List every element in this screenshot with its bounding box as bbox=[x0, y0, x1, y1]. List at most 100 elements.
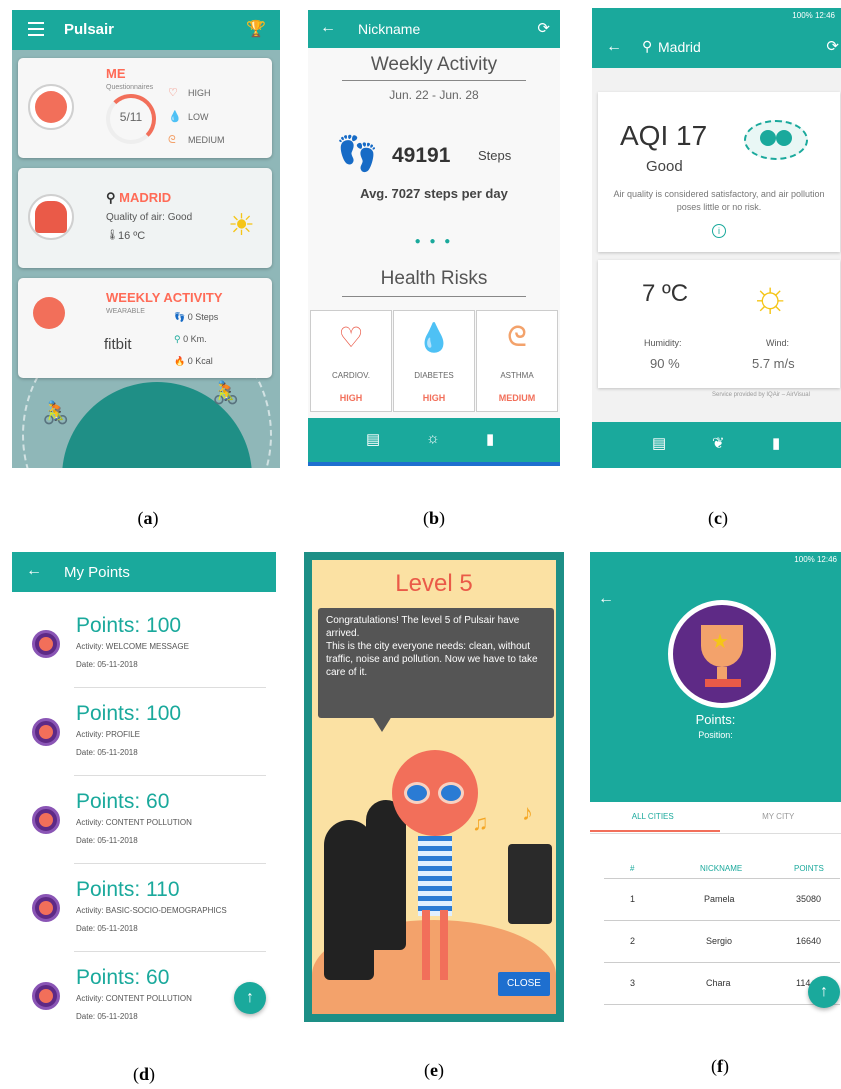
questionnaire-progress-ring: 5/11 bbox=[106, 94, 156, 144]
city-card[interactable]: ⚲ MADRID Quality of air: Good 16 ºC 🌡 ☀ bbox=[18, 168, 272, 268]
bicycle-icon: 🚴 bbox=[212, 380, 240, 405]
aqi-mascot-icon bbox=[744, 120, 808, 160]
aqi-description: Air quality is considered satisfactory, … bbox=[613, 189, 825, 212]
star-badge-icon bbox=[32, 630, 60, 658]
tab-all-cities[interactable]: ALL CITIES bbox=[590, 812, 716, 821]
points-list-item[interactable]: Points: 100 Activity: WELCOME MESSAGE Da… bbox=[12, 600, 266, 688]
steps-value: 0 Steps bbox=[187, 312, 219, 322]
data-credit: Service provided by IQAir – AirVisual bbox=[712, 392, 810, 398]
risk-value: HIGH bbox=[422, 393, 446, 403]
star-badge-icon bbox=[32, 982, 60, 1010]
points-cell: 16640 bbox=[796, 936, 822, 946]
map-icon[interactable]: ▮ bbox=[772, 434, 780, 452]
risk-value: HIGH bbox=[339, 393, 363, 403]
health-risks-heading: Health Risks bbox=[380, 268, 488, 289]
activity-text: Activity: CONTENT POLLUTION bbox=[76, 818, 192, 827]
map-icon[interactable]: ▮ bbox=[486, 430, 494, 448]
risk-cell-asthma[interactable]: ᘓ ASTHMA MEDIUM bbox=[476, 310, 558, 412]
message-line-2: This is the city everyone needs: clean, … bbox=[326, 641, 538, 678]
activity-text: Activity: PROFILE bbox=[76, 730, 141, 739]
music-note-icon: ♪ bbox=[522, 800, 533, 825]
points-list-item[interactable]: Points: 100 Activity: PROFILE Date: 05-1… bbox=[12, 688, 266, 776]
points-value: Points: 60 bbox=[76, 790, 170, 813]
risk-label: ASTHMA bbox=[500, 371, 534, 380]
column-header: NICKNAME bbox=[700, 864, 743, 873]
risk-label: DIABETES bbox=[414, 371, 454, 380]
risk-row: ♡ HIGH bbox=[168, 86, 211, 99]
drop-icon: 💧 bbox=[416, 322, 452, 353]
rank-cell: 1 bbox=[630, 894, 636, 904]
risk-row: 💧 LOW bbox=[168, 110, 209, 123]
risk-level: MEDIUM bbox=[188, 135, 225, 145]
caption-c: (c) bbox=[708, 508, 728, 528]
kcal-row: 🔥 0 Kcal bbox=[174, 356, 213, 367]
wind-value: 5.7 m/s bbox=[752, 356, 795, 371]
divider bbox=[604, 1004, 840, 1005]
arrow-up-icon: ↑ bbox=[820, 983, 828, 1000]
wearable-label: WEARABLE bbox=[106, 308, 145, 315]
footprints-icon: 👣 bbox=[336, 135, 379, 173]
back-arrow-icon[interactable]: ← bbox=[26, 562, 42, 580]
points-value: Points: 100 bbox=[76, 702, 182, 725]
sync-icon[interactable]: ⟳ bbox=[537, 19, 550, 37]
back-arrow-icon[interactable]: ← bbox=[598, 590, 614, 608]
points-list-item[interactable]: Points: 60 Activity: CONTENT POLLUTION D… bbox=[12, 776, 266, 864]
lungs-icon: ᘓ bbox=[507, 321, 527, 352]
questionnaires-label: Questionnaires bbox=[106, 84, 154, 91]
km-row: ⚲ 0 Km. bbox=[174, 334, 207, 345]
risk-cell-cardio[interactable]: ♡ CARDIOV. HIGH bbox=[310, 310, 392, 412]
activity-card[interactable]: WEEKLY ACTIVITY WEARABLE fitbit 👣 0 Step… bbox=[18, 278, 272, 378]
city-name: ⚲ MADRID bbox=[106, 190, 171, 206]
city-name-text: MADRID bbox=[119, 190, 172, 205]
points-list-item[interactable]: Points: 60 Activity: CONTENT POLLUTION D… bbox=[12, 952, 266, 1032]
location-pin-icon: ⚲ bbox=[174, 334, 184, 344]
lightbulb-icon[interactable]: ☼ bbox=[426, 430, 440, 447]
risk-row: ᘓ MEDIUM bbox=[168, 134, 225, 147]
steps-unit: Steps bbox=[478, 148, 512, 163]
steps-row: 👣 0 Steps bbox=[174, 312, 218, 323]
me-card[interactable]: ME Questionnaires 5/11 ♡ HIGH 💧 LOW ᘓ MEDIU… bbox=[18, 58, 272, 158]
temperature-value: 7 ºC bbox=[642, 280, 689, 307]
rank-cell: 3 bbox=[630, 978, 636, 988]
arrow-up-icon: ↑ bbox=[246, 989, 254, 1006]
scroll-top-button[interactable]: ↑ bbox=[808, 976, 840, 1008]
activity-card-title: WEEKLY ACTIVITY bbox=[106, 290, 223, 305]
column-header: # bbox=[630, 864, 635, 873]
level-title: Level 5 bbox=[395, 570, 473, 597]
position-label: Position: bbox=[698, 730, 733, 740]
mascot-leg-illustration bbox=[422, 910, 430, 980]
average-steps: Avg. 7027 steps per day bbox=[360, 186, 508, 201]
date-text: Date: 05-11-2018 bbox=[76, 748, 138, 757]
close-button[interactable]: CLOSE bbox=[498, 972, 550, 996]
news-icon[interactable]: ▤ bbox=[366, 430, 380, 448]
caption-a: (a) bbox=[137, 508, 159, 528]
activity-avatar bbox=[28, 292, 74, 338]
date-text: Date: 05-11-2018 bbox=[76, 1012, 138, 1021]
points-cell: 35080 bbox=[796, 894, 822, 904]
location-pin-icon: ⚲ bbox=[106, 190, 120, 205]
leaf-icon[interactable]: ❦ bbox=[712, 434, 725, 452]
points-list-item[interactable]: Points: 110 Activity: BASIC-SOCIO-DEMOGR… bbox=[12, 864, 266, 952]
menu-icon[interactable] bbox=[28, 22, 44, 36]
speaker-illustration bbox=[508, 844, 552, 924]
points-value: Points: 110 bbox=[76, 878, 180, 901]
back-arrow-icon[interactable]: ← bbox=[320, 19, 336, 37]
date-text: Date: 05-11-2018 bbox=[76, 924, 138, 933]
tab-my-city[interactable]: MY CITY bbox=[716, 812, 841, 821]
divider bbox=[342, 80, 526, 81]
screen-title: My Points bbox=[64, 564, 130, 581]
risk-cell-diabetes[interactable]: 💧 DIABETES HIGH bbox=[393, 310, 475, 412]
trophy-icon[interactable]: 🏆 bbox=[246, 19, 266, 39]
scroll-top-button[interactable]: ↑ bbox=[234, 982, 266, 1014]
news-icon[interactable]: ▤ bbox=[652, 434, 666, 452]
panel-d-my-points: ← My Points Points: 100 Activity: WELCOM… bbox=[12, 552, 276, 1032]
location-pin-icon: ⚲ bbox=[642, 38, 653, 54]
sync-icon[interactable]: ⟳ bbox=[826, 37, 839, 55]
footprints-icon: 👣 bbox=[174, 312, 188, 322]
page-indicator[interactable]: ● ● ● bbox=[308, 236, 560, 247]
back-arrow-icon[interactable]: ← bbox=[606, 38, 622, 56]
nav-indicator bbox=[308, 462, 560, 466]
km-value: 0 Km. bbox=[183, 334, 207, 344]
trophy-medal-icon: ★ bbox=[668, 600, 776, 708]
info-icon[interactable]: i bbox=[712, 224, 726, 238]
